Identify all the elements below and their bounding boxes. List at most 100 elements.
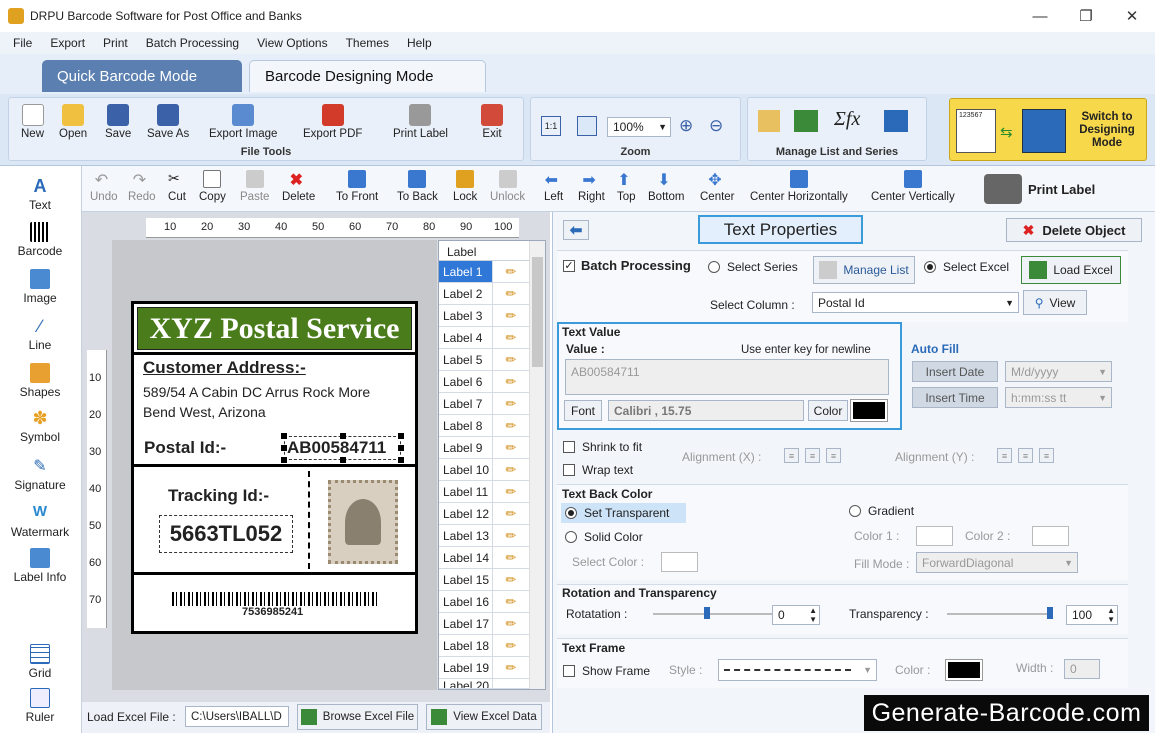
paste-button[interactable]: Paste: [240, 170, 269, 203]
text-value-input[interactable]: AB00584711: [565, 359, 889, 395]
label-list-item[interactable]: Label 13 ✏: [439, 525, 529, 547]
address-line-2[interactable]: Bend West, Arizona: [143, 404, 266, 420]
shapes-tool[interactable]: Shapes: [0, 363, 80, 399]
fit-icon[interactable]: [577, 116, 597, 136]
align-y-top-icon[interactable]: ≡: [997, 448, 1012, 463]
selection-handle[interactable]: [398, 445, 404, 451]
gradient-radio[interactable]: [849, 505, 861, 517]
export-image-button[interactable]: Export Image: [209, 104, 277, 140]
minimize-button[interactable]: —: [1017, 0, 1063, 32]
pencil-icon[interactable]: ✏: [493, 484, 529, 500]
edit-list-icon[interactable]: [758, 110, 780, 132]
unlock-button[interactable]: Unlock: [490, 170, 525, 203]
center-vertically-button[interactable]: Center Vertically: [871, 170, 955, 203]
pencil-icon[interactable]: ✏: [493, 594, 529, 610]
line-tool[interactable]: ∕ Line: [0, 316, 80, 352]
signature-tool[interactable]: ✎ Signature: [0, 456, 80, 492]
label-list-item[interactable]: Label 14 ✏: [439, 547, 529, 569]
postal-id-label[interactable]: Postal Id:-: [144, 438, 226, 458]
align-right-button[interactable]: ➡ Right: [578, 170, 605, 203]
pencil-icon[interactable]: ✏: [493, 616, 529, 632]
text-tool[interactable]: A Text: [0, 176, 80, 212]
excel-path-input[interactable]: C:\Users\IBALL\D: [185, 706, 289, 727]
shrink-to-fit-checkbox[interactable]: [563, 441, 575, 453]
text-color-swatch[interactable]: [850, 399, 888, 422]
menu-print[interactable]: Print: [94, 36, 137, 50]
watermark-tool[interactable]: W Watermark: [0, 503, 80, 539]
solid-color-swatch[interactable]: [661, 552, 698, 572]
insert-date-button[interactable]: Insert Date: [912, 361, 998, 382]
transparency-slider-thumb[interactable]: [1047, 607, 1053, 619]
tab-barcode-designing-mode[interactable]: Barcode Designing Mode: [249, 60, 486, 92]
barcode-tool[interactable]: Barcode: [0, 222, 80, 258]
address-line-1[interactable]: 589/54 A Cabin DC Arrus Rock More: [143, 384, 370, 400]
lock-button[interactable]: Lock: [453, 170, 477, 203]
align-y-bottom-icon[interactable]: ≡: [1039, 448, 1054, 463]
rotation-slider-thumb[interactable]: [704, 607, 710, 619]
excel-icon[interactable]: [794, 110, 818, 132]
label-info-tool[interactable]: Label Info: [0, 548, 80, 584]
label-list-item[interactable]: Label 2 ✏: [439, 283, 529, 305]
label-list-item[interactable]: Label 7 ✏: [439, 393, 529, 415]
text-color-button[interactable]: Color: [808, 400, 848, 421]
grid-tool[interactable]: Grid: [0, 644, 80, 680]
cut-button[interactable]: ✂ Cut: [168, 170, 186, 203]
selection-handle[interactable]: [281, 457, 287, 463]
align-x-right-icon[interactable]: ≡: [826, 448, 841, 463]
save-button[interactable]: Save: [105, 104, 131, 140]
view-excel-data-button[interactable]: View Excel Data: [426, 704, 542, 730]
pencil-icon[interactable]: ✏: [493, 396, 529, 412]
label-list-item[interactable]: Label 1 ✏: [439, 261, 529, 283]
menu-export[interactable]: Export: [41, 36, 94, 50]
align-y-middle-icon[interactable]: ≡: [1018, 448, 1033, 463]
color2-swatch[interactable]: [1032, 526, 1069, 546]
frame-style-dropdown[interactable]: ▼: [718, 659, 877, 681]
browse-excel-button[interactable]: Browse Excel File: [297, 704, 418, 730]
label-list-item[interactable]: Label 18 ✏: [439, 635, 529, 657]
pencil-icon[interactable]: ✏: [493, 660, 529, 676]
zoom-in-icon[interactable]: ⊕: [679, 116, 693, 136]
align-left-button[interactable]: ⬅ Left: [544, 170, 563, 203]
maximize-button[interactable]: ❐: [1063, 0, 1109, 32]
ruler-tool[interactable]: Ruler: [0, 688, 80, 724]
date-format-dropdown[interactable]: M/d/yyyy ▼: [1005, 361, 1112, 382]
select-excel-radio[interactable]: [924, 261, 936, 273]
menu-help[interactable]: Help: [398, 36, 441, 50]
align-bottom-button[interactable]: ⬇ Bottom: [648, 170, 684, 203]
toolbar-print-label-button[interactable]: Print Label: [984, 170, 1134, 208]
scroll-thumb[interactable]: [532, 257, 543, 367]
pencil-icon[interactable]: ✏: [493, 308, 529, 324]
delete-button[interactable]: ✖ Delete: [282, 170, 315, 203]
tab-quick-barcode-mode[interactable]: Quick Barcode Mode: [42, 60, 242, 92]
pencil-icon[interactable]: ✏: [493, 462, 529, 478]
align-x-center-icon[interactable]: ≡: [805, 448, 820, 463]
label-list-item[interactable]: Label 6 ✏: [439, 371, 529, 393]
transparency-input[interactable]: 100 ▲ ▼: [1066, 605, 1118, 625]
zoom-select[interactable]: 100% ▼: [607, 117, 671, 137]
rotation-input[interactable]: 0 ▲ ▼: [772, 605, 820, 625]
label-list-item[interactable]: Label 16 ✏: [439, 591, 529, 613]
export-pdf-button[interactable]: Export PDF: [303, 104, 362, 140]
pencil-icon[interactable]: ✏: [493, 506, 529, 522]
actual-size-icon[interactable]: 1:1: [541, 116, 561, 136]
barcode-label[interactable]: XYZ Postal Service Customer Address:- 58…: [131, 301, 418, 634]
label-list-scrollbar[interactable]: [529, 241, 545, 689]
selection-handle[interactable]: [281, 445, 287, 451]
customer-address-title[interactable]: Customer Address:-: [143, 358, 306, 378]
frame-width-input[interactable]: 0: [1064, 659, 1100, 679]
back-arrow-button[interactable]: ⬅: [563, 220, 589, 240]
set-transparent-radio[interactable]: [565, 507, 577, 519]
copy-button[interactable]: Copy: [199, 170, 226, 203]
menu-file[interactable]: File: [4, 36, 41, 50]
zoom-out-icon[interactable]: ⊖: [709, 116, 723, 136]
tracking-id-label[interactable]: Tracking Id:-: [168, 486, 269, 506]
close-button[interactable]: ✕: [1109, 0, 1155, 32]
label-list-item[interactable]: Label 3 ✏: [439, 305, 529, 327]
pencil-icon[interactable]: ✏: [493, 550, 529, 566]
selection-handle[interactable]: [340, 457, 346, 463]
pencil-icon[interactable]: ✏: [493, 638, 529, 654]
label-list-item[interactable]: Label 12 ✏: [439, 503, 529, 525]
pencil-icon[interactable]: ✏: [493, 264, 529, 280]
selection-handle[interactable]: [398, 433, 404, 439]
select-column-dropdown[interactable]: Postal Id ▼: [812, 292, 1019, 313]
